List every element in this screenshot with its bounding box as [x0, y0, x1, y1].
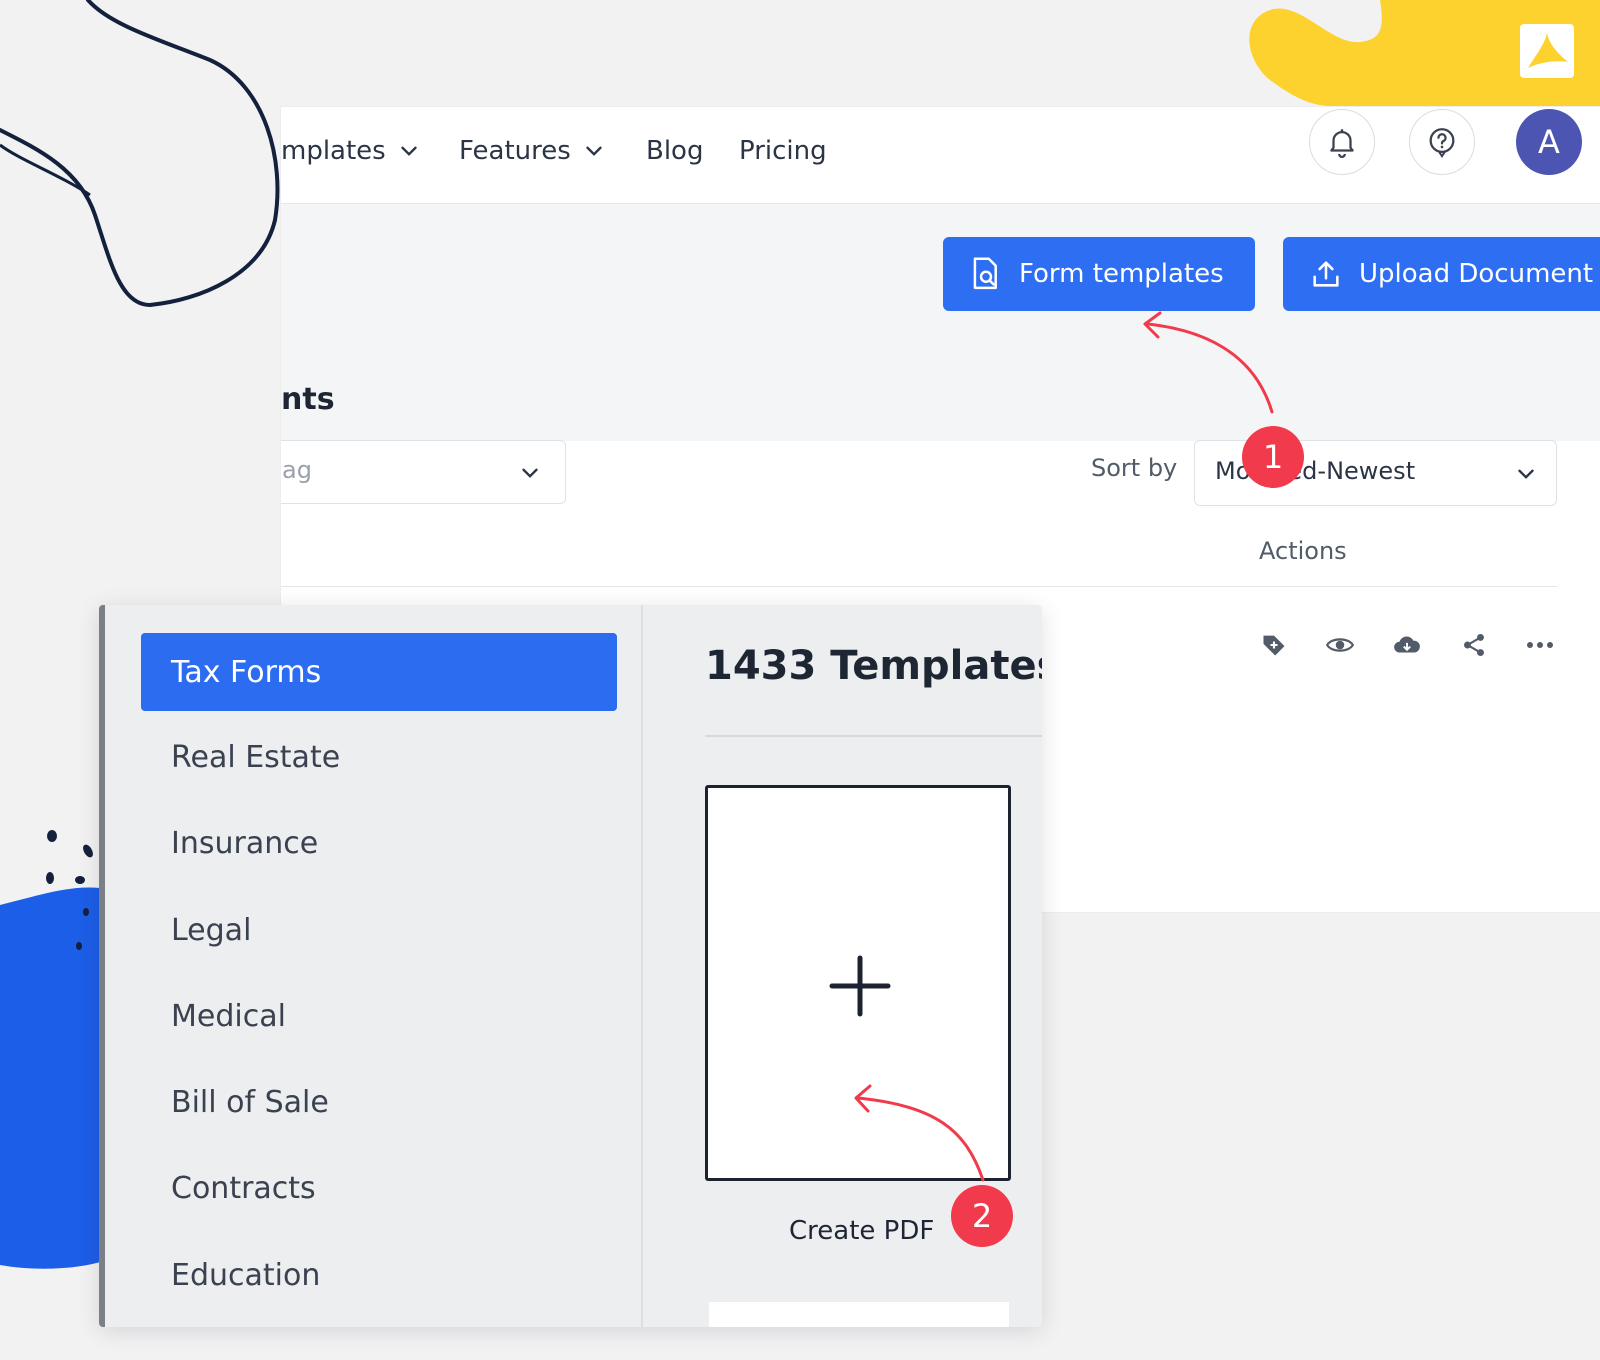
upload-icon — [1313, 261, 1339, 287]
sort-by-label: Sort by — [1091, 454, 1178, 482]
documents-title: nts — [281, 382, 335, 417]
category-bill-of-sale[interactable]: Bill of Sale — [141, 1063, 617, 1141]
more-horizontal-icon[interactable] — [1525, 630, 1555, 660]
top-navigation: mplates Features Blog Pricing A — [281, 107, 1600, 204]
bell-icon — [1330, 129, 1354, 158]
chevron-down-icon — [401, 146, 417, 156]
eye-icon[interactable] — [1325, 630, 1355, 660]
category-real-estate[interactable]: Real Estate — [141, 718, 617, 796]
annotation-badge-2: 2 — [951, 1185, 1013, 1247]
templates-panel: Tax Forms Real Estate Insurance Legal Me… — [99, 605, 1042, 1327]
category-tax-forms[interactable]: Tax Forms — [141, 633, 617, 711]
document-search-icon — [973, 257, 997, 290]
form-templates-label: Form templates — [1019, 259, 1224, 289]
chevron-down-icon — [586, 146, 602, 156]
nav-blog-label: Blog — [646, 136, 704, 166]
chevron-down-icon — [522, 468, 538, 478]
nav-templates[interactable]: mplates — [281, 136, 422, 166]
nav-pricing-label: Pricing — [739, 136, 827, 166]
tag-filter-placeholder: ag — [282, 456, 312, 484]
nav-features[interactable]: Features — [459, 136, 607, 166]
question-circle-icon — [1429, 128, 1455, 158]
create-pdf-card[interactable] — [705, 785, 1011, 1182]
tag-filter-select[interactable]: ag — [281, 440, 566, 504]
count-divider — [705, 735, 1042, 737]
form-templates-button[interactable]: Form templates — [943, 237, 1255, 311]
user-avatar[interactable]: A — [1516, 109, 1582, 175]
category-education[interactable]: Education — [141, 1236, 617, 1314]
chevron-down-icon — [1518, 469, 1534, 479]
notifications-button[interactable] — [1309, 109, 1375, 175]
nav-templates-label: mplates — [281, 136, 386, 166]
tag-plus-icon[interactable] — [1259, 630, 1289, 660]
plus-icon — [829, 955, 891, 1017]
annotation-badge-1: 1 — [1242, 426, 1304, 488]
create-pdf-label: Create PDF — [789, 1216, 935, 1246]
category-insurance[interactable]: Insurance — [141, 804, 617, 882]
upload-document-button[interactable]: Upload Document — [1283, 237, 1600, 311]
brand-logo-icon — [1520, 24, 1574, 78]
table-header-divider — [281, 586, 1557, 587]
category-medical[interactable]: Medical — [141, 977, 617, 1055]
nav-features-label: Features — [459, 136, 571, 166]
annotation-arrow-1 — [1143, 311, 1274, 414]
nav-pricing[interactable]: Pricing — [739, 136, 827, 166]
upload-document-label: Upload Document — [1359, 259, 1594, 289]
actions-column-header: Actions — [1259, 537, 1347, 565]
category-legal[interactable]: Legal — [141, 891, 617, 969]
cloud-download-icon[interactable] — [1392, 630, 1422, 660]
category-contracts[interactable]: Contracts — [141, 1149, 617, 1227]
help-button[interactable] — [1409, 109, 1475, 175]
templates-count: 1433 Templates — [705, 643, 1042, 689]
share-icon[interactable] — [1459, 630, 1489, 660]
avatar-initial: A — [1538, 123, 1560, 161]
nav-blog[interactable]: Blog — [646, 136, 703, 166]
panel-divider — [641, 605, 643, 1327]
annotation-arrow-2 — [854, 1084, 985, 1182]
template-card-partial[interactable] — [709, 1302, 1009, 1327]
